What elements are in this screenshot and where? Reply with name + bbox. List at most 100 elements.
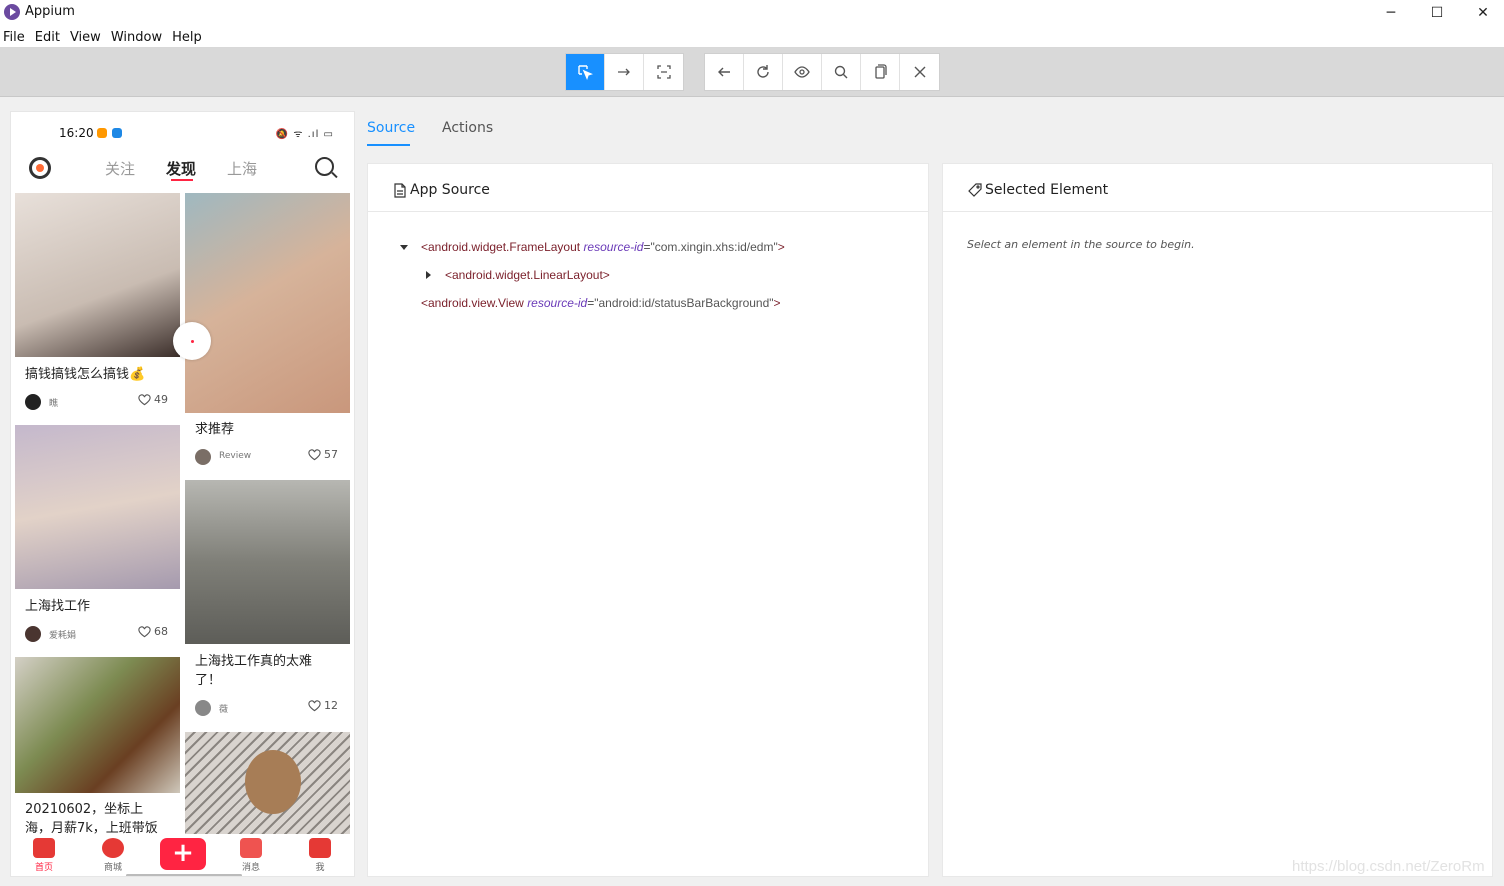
weibo-notification-icon <box>97 128 107 138</box>
likes-count: 57 <box>324 448 338 461</box>
tab-shanghai[interactable]: 上海 <box>227 158 257 179</box>
feed-card[interactable]: 20210602，坐标上 海，月薪7k，上班带饭 <box>15 657 180 837</box>
menu-bar: File Edit View Window Help <box>0 26 1504 48</box>
tab-discover[interactable]: 发现 <box>166 158 196 179</box>
back-button[interactable] <box>705 54 744 90</box>
nav-label: 我 <box>315 863 325 873</box>
feed-card[interactable]: 求推荐 Review 57 <box>185 193 350 469</box>
heart-icon <box>308 699 321 711</box>
card-image <box>15 193 180 357</box>
maximize-button[interactable]: ☐ <box>1414 0 1460 26</box>
card-likes[interactable]: 68 <box>138 625 168 638</box>
title-bar: Appium ─ ☐ ✕ <box>0 0 1504 26</box>
card-image <box>15 425 180 589</box>
nav-label: 商城 <box>103 863 122 873</box>
toggle-visibility-button[interactable] <box>783 54 822 90</box>
window-title: Appium <box>25 4 75 19</box>
likes-count: 49 <box>154 393 168 406</box>
tab-follow[interactable]: 关注 <box>105 158 135 179</box>
close-icon <box>914 66 925 78</box>
tree-node[interactable]: <android.view.View resource-id="android:… <box>421 296 781 310</box>
card-image <box>185 193 350 413</box>
menu-help[interactable]: Help <box>169 27 207 45</box>
refresh-button[interactable] <box>744 54 783 90</box>
nav-shop[interactable]: 商城 <box>88 838 138 873</box>
home-indicator <box>126 874 242 876</box>
inspector-toolbar <box>0 48 1504 97</box>
appium-logo-icon <box>4 4 20 20</box>
selection-hint: Select an element in the source to begin… <box>967 238 1195 251</box>
tap-coordinates-button[interactable] <box>644 54 683 90</box>
watermark: https://blog.csdn.net/ZeroRm <box>1292 858 1485 875</box>
select-element-button[interactable] <box>566 54 605 90</box>
file-icon <box>394 183 406 198</box>
status-notification-icons <box>97 128 122 138</box>
card-title-line: 了！ <box>195 673 222 688</box>
nav-label: 首页 <box>34 863 53 873</box>
card-title: 上海找工作 <box>25 599 91 614</box>
heart-icon <box>138 393 151 405</box>
heart-icon <box>308 448 321 460</box>
quit-session-button[interactable] <box>900 54 939 90</box>
floating-action-dot[interactable] <box>173 322 211 360</box>
swipe-mode-button[interactable] <box>605 54 644 90</box>
panel-header: App Source <box>368 164 928 212</box>
menu-window[interactable]: Window <box>108 27 167 45</box>
copy-icon <box>875 64 887 79</box>
card-likes[interactable]: 57 <box>308 448 338 461</box>
menu-file[interactable]: File <box>0 27 30 45</box>
nav-label: 消息 <box>241 863 260 873</box>
collapse-caret-icon[interactable] <box>426 271 431 279</box>
shop-icon <box>102 838 124 858</box>
card-likes[interactable]: 12 <box>308 699 338 712</box>
feed-card[interactable]: 上海找工作 爱耗娟 68 <box>15 425 180 645</box>
tree-node[interactable]: <android.widget.FrameLayout resource-id=… <box>421 240 785 254</box>
device-screenshot[interactable]: 16:20 🔕 ᯤ .ıl ▭ 关注 发现 上海 搞钱搞钱怎么搞钱💰 瞧 49 … <box>10 111 355 877</box>
selected-element-panel: Selected Element Select an element in th… <box>942 163 1493 877</box>
teddy-bear-image <box>245 750 301 814</box>
search-elements-button[interactable] <box>822 54 861 90</box>
avatar <box>195 449 211 465</box>
nav-profile[interactable]: 我 <box>295 838 345 873</box>
camera-logo-icon[interactable] <box>29 157 51 179</box>
menu-view[interactable]: View <box>67 27 106 45</box>
tap-area-icon <box>656 65 671 79</box>
card-image <box>15 657 180 793</box>
copy-xml-button[interactable] <box>861 54 900 90</box>
minimize-button[interactable]: ─ <box>1368 0 1414 26</box>
avatar <box>25 394 41 410</box>
status-system-icons: 🔕 ᯤ .ıl ▭ <box>275 129 334 140</box>
status-time: 16:20 <box>59 126 94 140</box>
feed-card[interactable] <box>185 732 350 834</box>
card-author: Review <box>219 451 252 461</box>
publish-button[interactable]: + <box>160 838 206 870</box>
search-icon[interactable] <box>315 157 334 176</box>
select-cursor-icon <box>578 65 593 80</box>
close-window-button[interactable]: ✕ <box>1460 0 1504 26</box>
app-notification-icon <box>112 128 122 138</box>
menu-edit[interactable]: Edit <box>32 27 65 45</box>
card-title: 上海找工作真的太难 了！ <box>195 652 312 690</box>
card-author: 爱耗娟 <box>49 631 77 641</box>
nav-home[interactable]: 首页 <box>19 838 69 873</box>
feed-card[interactable]: 上海找工作真的太难 了！ 薇 12 <box>185 480 350 720</box>
card-likes[interactable]: 49 <box>138 393 168 406</box>
expand-caret-icon[interactable] <box>400 245 408 250</box>
swipe-arrow-icon <box>618 68 630 76</box>
feed-card[interactable]: 搞钱搞钱怎么搞钱💰 瞧 49 <box>15 193 180 413</box>
card-title-line: 上海找工作真的太难 <box>195 654 313 669</box>
panel-title: App Source <box>410 182 490 198</box>
message-icon <box>240 838 262 858</box>
device-actions-group <box>704 53 940 91</box>
tab-source[interactable]: Source <box>367 120 415 136</box>
nav-messages[interactable]: 消息 <box>226 838 276 873</box>
likes-count: 12 <box>324 699 338 712</box>
bottom-navigation: 首页 商城 + 消息 我 <box>11 834 354 876</box>
active-tab-underline <box>171 179 193 181</box>
card-title: 搞钱搞钱怎么搞钱💰 <box>25 367 146 382</box>
tab-actions[interactable]: Actions <box>442 120 493 136</box>
back-arrow-icon <box>718 67 730 77</box>
panel-header: Selected Element <box>943 164 1492 212</box>
card-title-line: 20210602，坐标上 <box>25 802 144 817</box>
tree-node[interactable]: <android.widget.LinearLayout> <box>445 268 610 282</box>
